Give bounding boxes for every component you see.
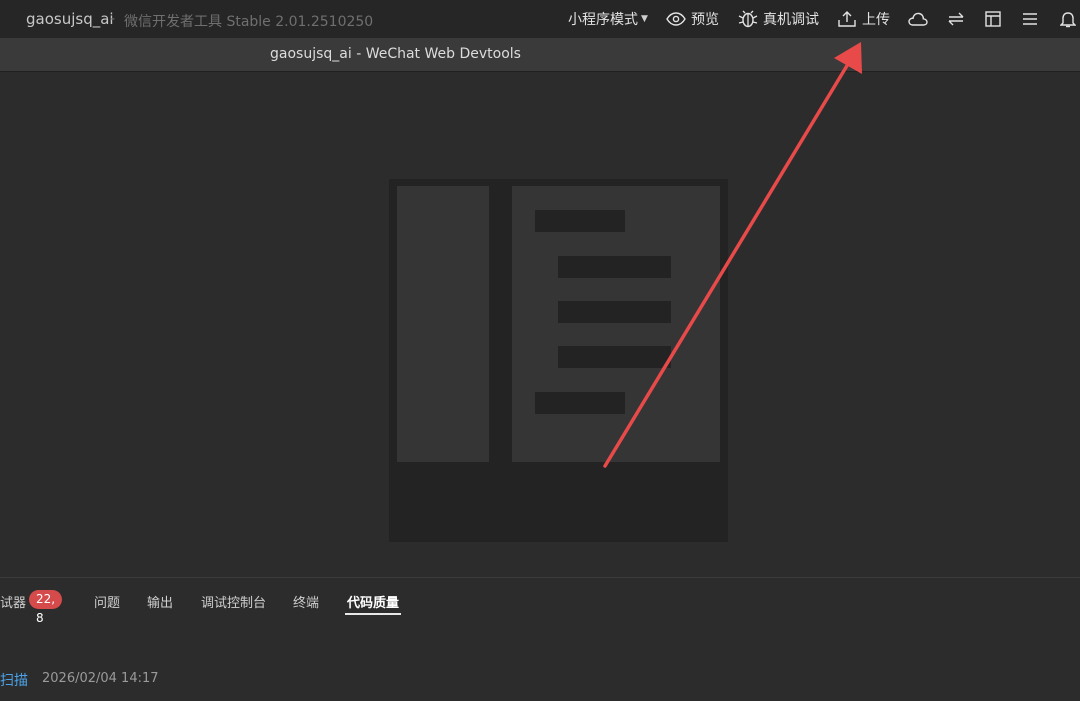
upload-icon — [838, 11, 856, 27]
mode-label: 小程序模式 — [568, 12, 638, 28]
device-debug-button[interactable]: 真机调试 — [738, 0, 819, 38]
bug-icon — [738, 10, 758, 28]
title-bar: gaosujsq_ai - 微信开发者工具 Stable 2.01.251025… — [0, 0, 1080, 38]
cloud-button[interactable] — [903, 0, 933, 38]
editor-area — [0, 72, 1080, 577]
cloud-icon — [908, 12, 928, 26]
preview-button[interactable]: 预览 — [666, 0, 719, 38]
layout-button[interactable] — [978, 0, 1008, 38]
project-name: gaosujsq_ai — [26, 10, 114, 28]
title-separator: - — [110, 11, 116, 27]
menu-icon — [1023, 13, 1037, 25]
editor-header: gaosujsq_ai - WeChat Web Devtools — [0, 38, 1080, 72]
app-name: 微信开发者工具 Stable 2.01.2510250 — [124, 14, 374, 30]
tab-problems[interactable]: 问题 — [94, 592, 120, 611]
tab-code-quality[interactable]: 代码质量 — [347, 592, 399, 611]
scan-timestamp: 2026/02/04 14:17 — [42, 671, 159, 686]
tab-debugger[interactable]: 试器 — [0, 592, 26, 611]
preview-label: 预览 — [691, 12, 719, 28]
device-debug-label: 真机调试 — [763, 12, 819, 28]
notification-button[interactable] — [1053, 0, 1080, 38]
menu-button[interactable] — [1015, 0, 1045, 38]
eye-icon — [666, 12, 686, 26]
empty-editor-icon — [389, 179, 728, 542]
active-tab-indicator — [345, 613, 401, 615]
scan-link[interactable]: 扫描 — [0, 670, 28, 690]
upload-button[interactable]: 上传 — [838, 0, 890, 38]
error-count-badge: 22, 8 — [29, 590, 63, 625]
tab-output[interactable]: 输出 — [147, 592, 173, 611]
bell-icon — [1060, 11, 1076, 27]
layout-icon — [985, 11, 1001, 27]
tab-terminal[interactable]: 终端 — [293, 592, 319, 611]
swap-icon — [948, 12, 964, 26]
caret-down-icon: ▼ — [641, 14, 648, 24]
bottom-panel: 试器 22, 8 问题 输出 调试控制台 终端 代码质量 扫描 2026/02/… — [0, 577, 1080, 701]
upload-label: 上传 — [862, 12, 890, 28]
tab-debug-console[interactable]: 调试控制台 — [201, 592, 266, 611]
window-title: gaosujsq_ai - WeChat Web Devtools — [270, 46, 521, 62]
mode-dropdown[interactable]: 小程序模式 ▼ — [568, 0, 648, 38]
switch-button[interactable] — [941, 0, 971, 38]
